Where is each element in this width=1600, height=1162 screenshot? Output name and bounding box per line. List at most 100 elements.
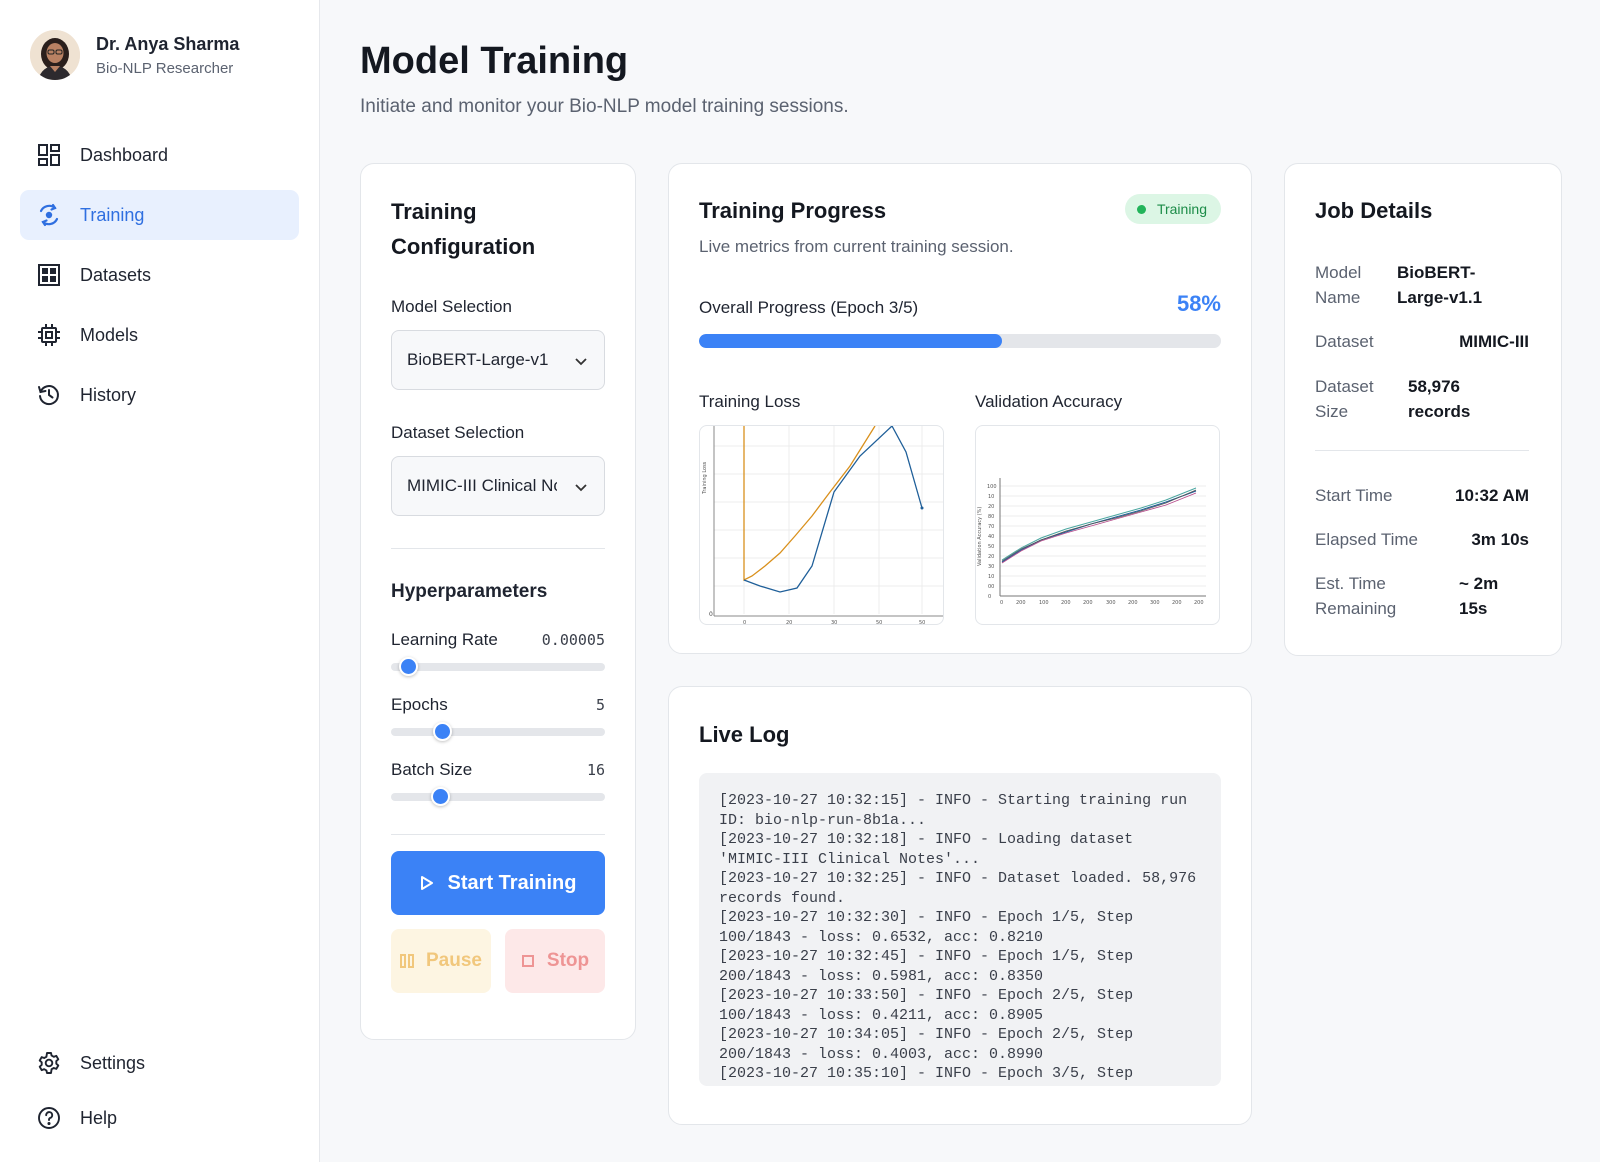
progress-percent: 58%: [1176, 291, 1221, 316]
svg-text:200: 200: [1016, 600, 1026, 606]
user-role: Bio-NLP Researcher: [96, 59, 234, 77]
model-selection-label: Model Selection: [391, 297, 512, 316]
overall-progress-label: Overall Progress (Epoch 3/5): [699, 298, 919, 317]
sidebar-nav: Dashboard Training Datasets Models Histo…: [20, 130, 299, 430]
sidebar-item-help[interactable]: Help: [20, 1093, 299, 1143]
pause-label: Pause: [426, 950, 482, 971]
svg-text:0: 0: [743, 620, 746, 625]
batch-size-value: 16: [586, 761, 605, 779]
epochs-value: 5: [595, 696, 605, 714]
config-title: Training Configuration: [391, 199, 536, 259]
model-name-value: BioBERT-Large-v1.1: [1397, 263, 1483, 307]
dataset-selection-label: Dataset Selection: [391, 423, 525, 442]
stop-button[interactable]: Stop: [505, 929, 605, 993]
dataset-value: MIMIC-III: [1459, 332, 1529, 351]
sidebar-item-training[interactable]: Training: [20, 190, 299, 240]
training-progress-card: Training Progress Training Live metrics …: [668, 163, 1252, 654]
sidebar-item-history[interactable]: History: [20, 370, 299, 420]
job-dataset-size: Dataset Size 58,976 records: [1315, 374, 1529, 429]
svg-text:300: 300: [1150, 600, 1160, 606]
svg-text:10: 10: [988, 574, 994, 580]
dataset-select[interactable]: MIMIC-III Clinical Notes: [391, 456, 605, 516]
slider-thumb[interactable]: [433, 722, 453, 741]
sidebar-item-label: Models: [80, 324, 139, 345]
epochs-label: Epochs: [391, 695, 448, 714]
svg-text:Training Loss: Training Loss: [702, 461, 708, 495]
batch-size-label: Batch Size: [391, 760, 473, 779]
job-model-name: Model Name BioBERT-Large-v1.1: [1315, 260, 1529, 315]
svg-text:10: 10: [988, 494, 994, 500]
epochs-slider[interactable]: [391, 722, 605, 741]
svg-text:100: 100: [1039, 600, 1049, 606]
hyperparameters-title: Hyperparameters: [391, 581, 548, 602]
training-config-card: Training Configuration Model Selection B…: [360, 163, 636, 1040]
progress-bar: [699, 334, 1221, 348]
dataset-size-key: Dataset Size: [1315, 377, 1374, 421]
dataset-select-value: MIMIC-III Clinical Notes: [407, 476, 557, 495]
svg-text:00: 00: [988, 584, 994, 590]
chevron-down-icon: [574, 479, 588, 499]
sidebar-item-datasets[interactable]: Datasets: [20, 250, 299, 300]
pause-button[interactable]: Pause: [391, 929, 491, 993]
start-time-value: 10:32 AM: [1454, 486, 1529, 505]
training-loss-chart: Training Loss 0 0 20 30 50 50: [699, 425, 944, 625]
svg-text:80: 80: [988, 514, 994, 520]
svg-text:200: 200: [1172, 600, 1182, 606]
start-training-button[interactable]: Start Training: [391, 851, 605, 915]
svg-text:50: 50: [919, 620, 925, 625]
sidebar-item-models[interactable]: Models: [20, 310, 299, 360]
svg-text:20: 20: [988, 554, 994, 560]
live-log-card: Live Log [2023-10-27 10:32:15] - INFO - …: [668, 686, 1252, 1125]
job-details-title: Job Details: [1315, 198, 1433, 223]
page-subtitle: Initiate and monitor your Bio-NLP model …: [360, 96, 849, 117]
elapsed-time-value: 3m 10s: [1471, 530, 1529, 549]
job-details-card: Job Details Model Name BioBERT-Large-v1.…: [1284, 163, 1562, 656]
training-loss-title: Training Loss: [699, 392, 801, 411]
svg-text:30: 30: [831, 620, 837, 625]
remaining-time-value: ~ 2m 15s: [1459, 574, 1499, 618]
dashboard-icon: [37, 143, 61, 167]
job-start-time: Start Time 10:32 AM: [1315, 483, 1529, 513]
user-profile[interactable]: Dr. Anya Sharma Bio-NLP Researcher: [30, 30, 239, 80]
divider: [391, 548, 605, 549]
batch-size-slider[interactable]: [391, 787, 605, 806]
user-name: Dr. Anya Sharma: [96, 33, 240, 54]
gear-icon: [37, 1051, 61, 1075]
validation-accuracy-chart: Validation Accuracy (%) 100 10 20 80 70 40 50 2…: [975, 425, 1220, 625]
progress-subtitle: Live metrics from current training sessi…: [699, 237, 1014, 256]
svg-text:200: 200: [1061, 600, 1071, 606]
model-select[interactable]: BioBERT-Large-v1: [391, 330, 605, 390]
sidebar-item-label: Training: [80, 204, 145, 225]
history-icon: [37, 383, 61, 407]
training-icon: [37, 203, 61, 227]
divider: [1315, 450, 1529, 451]
sidebar-item-label: Settings: [80, 1052, 146, 1073]
sidebar-item-dashboard[interactable]: Dashboard: [20, 130, 299, 180]
svg-text:200: 200: [1194, 600, 1204, 606]
log-line: [2023-10-27 10:32:15] - INFO - Starting …: [719, 792, 1197, 829]
log-line: [2023-10-27 10:32:30] - INFO - Epoch 1/5…: [719, 909, 1143, 946]
datasets-icon: [37, 263, 61, 287]
svg-text:100: 100: [987, 484, 997, 490]
sidebar-item-settings[interactable]: Settings: [20, 1038, 299, 1088]
learning-rate-value: 0.00005: [541, 631, 605, 649]
status-dot: [1136, 204, 1146, 214]
learning-rate-slider[interactable]: [391, 657, 605, 676]
play-icon: [420, 875, 434, 891]
model-name-key: Model Name: [1315, 263, 1362, 307]
slider-thumb[interactable]: [431, 787, 451, 806]
start-training-label: Start Training: [447, 871, 577, 894]
svg-text:200: 200: [1128, 600, 1138, 606]
job-dataset: Dataset MIMIC-III: [1315, 329, 1529, 359]
live-log-title: Live Log: [699, 722, 790, 747]
model-select-value: BioBERT-Large-v1: [407, 350, 549, 369]
page-title: Model Training: [360, 40, 629, 82]
remaining-time-key: Est. Time Remaining: [1315, 574, 1397, 618]
slider-thumb[interactable]: [399, 657, 419, 676]
log-line: [2023-10-27 10:34:05] - INFO - Epoch 2/5…: [719, 1026, 1143, 1063]
status-label: Training: [1156, 201, 1207, 217]
dataset-key: Dataset: [1315, 332, 1374, 351]
live-log-output[interactable]: [2023-10-27 10:32:15] - INFO - Starting …: [699, 773, 1221, 1086]
help-icon: [37, 1106, 61, 1130]
validation-accuracy-title: Validation Accuracy: [975, 392, 1123, 411]
